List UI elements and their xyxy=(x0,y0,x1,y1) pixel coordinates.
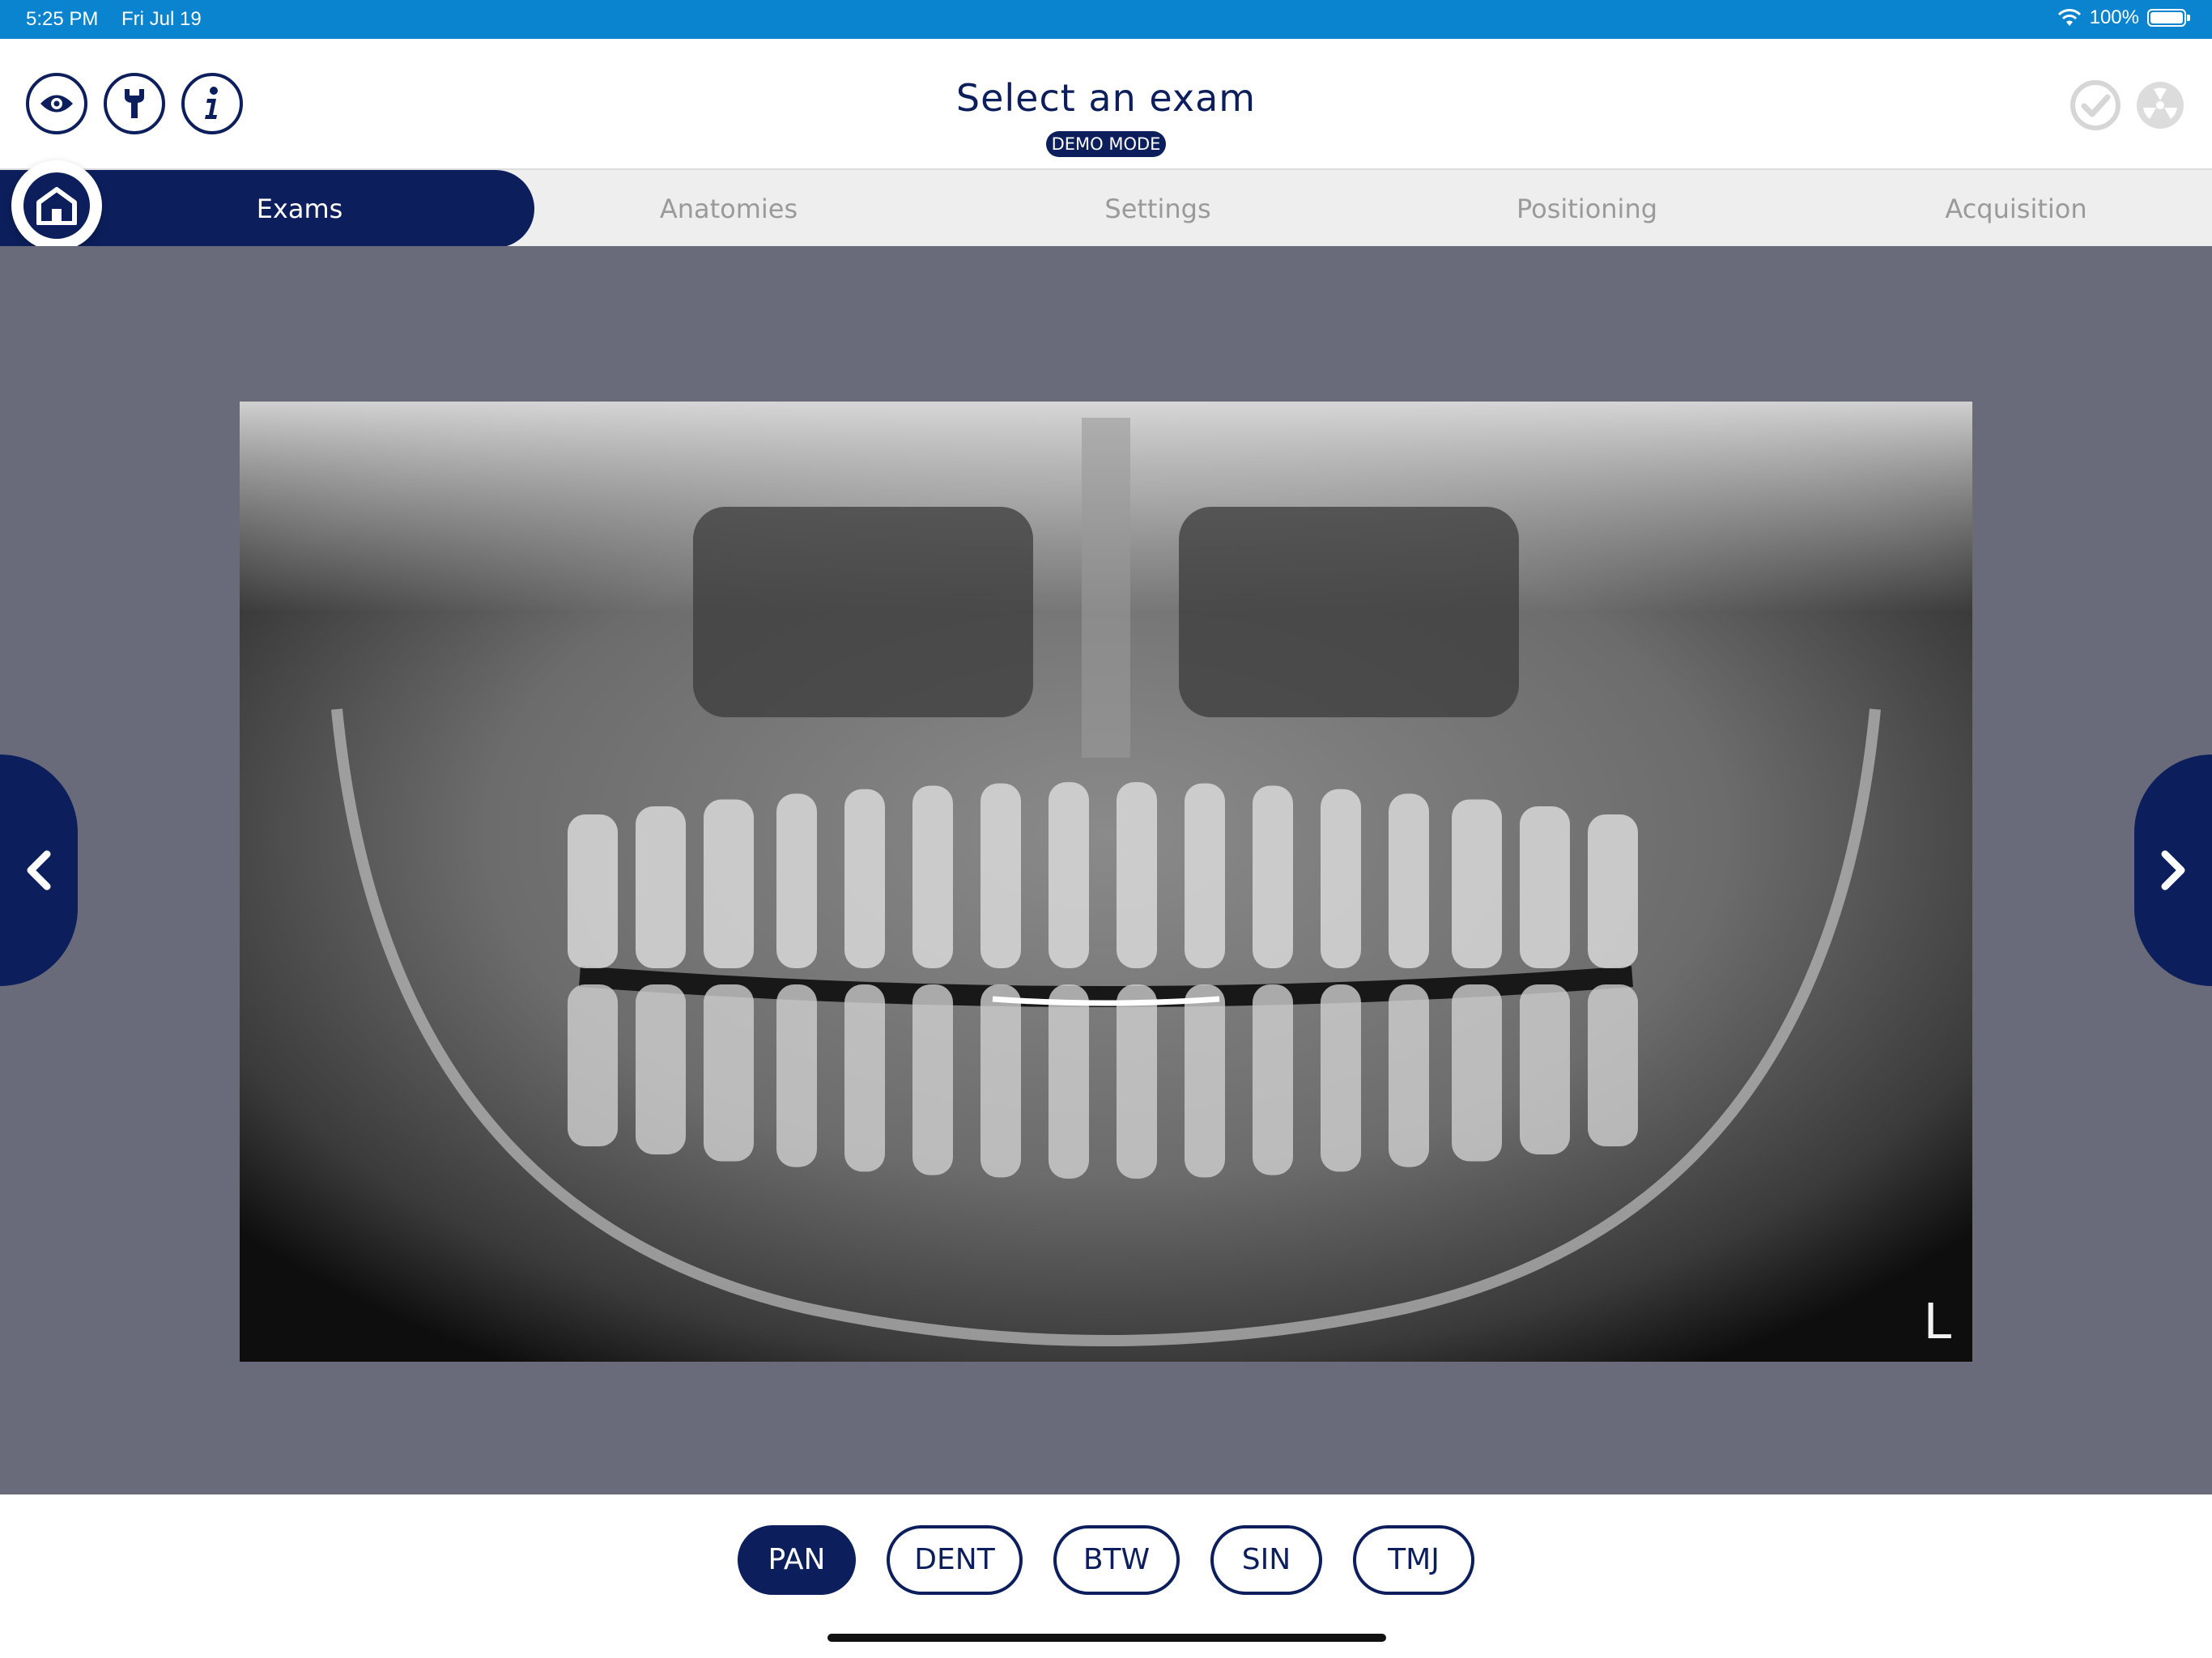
upper-tooth xyxy=(776,793,817,968)
demo-mode-badge: DEMO MODE xyxy=(1046,131,1166,157)
battery-icon xyxy=(2147,9,2190,27)
status-date: Fri Jul 19 xyxy=(121,8,202,30)
lower-tooth xyxy=(636,984,686,1154)
status-right: 100% xyxy=(2057,6,2190,29)
upper-tooth xyxy=(1588,814,1638,968)
tab-positioning[interactable]: Positioning xyxy=(1465,170,1708,248)
lower-tooth xyxy=(1117,984,1157,1179)
upper-tooth xyxy=(1049,782,1089,968)
header: Select an exam DEMO MODE xyxy=(0,39,2212,168)
chevron-right-icon xyxy=(2161,850,2185,891)
teeth-layer xyxy=(568,782,1638,1179)
home-button[interactable] xyxy=(11,160,102,251)
upper-tooth xyxy=(981,783,1021,968)
tab-anatomies[interactable]: Anatomies xyxy=(607,170,850,248)
lower-tooth xyxy=(1185,984,1225,1178)
battery-percent: 100% xyxy=(2089,6,2139,28)
upper-tooth xyxy=(1185,783,1225,968)
lower-tooth xyxy=(844,984,885,1172)
retainer-wire xyxy=(992,996,1220,1006)
lower-tooth xyxy=(1389,984,1429,1167)
lower-tooth xyxy=(1520,984,1570,1154)
upper-tooth xyxy=(912,785,953,968)
lower-tooth xyxy=(776,984,817,1167)
side-marker: L xyxy=(1924,1291,1953,1350)
lower-tooth xyxy=(1253,984,1293,1175)
check-icon[interactable] xyxy=(2069,79,2121,131)
home-indicator xyxy=(827,1634,1386,1642)
lower-tooth xyxy=(1452,984,1502,1162)
upper-tooth xyxy=(844,789,885,968)
lower-tooth xyxy=(704,984,754,1162)
next-exam-button[interactable] xyxy=(2134,755,2212,986)
upper-tooth xyxy=(1389,793,1429,968)
previous-exam-button[interactable] xyxy=(0,755,78,986)
exam-chip-dent[interactable]: DENT xyxy=(887,1525,1023,1595)
tab-exams[interactable]: Exams xyxy=(178,170,421,248)
tab-settings[interactable]: Settings xyxy=(1036,170,1279,248)
upper-tooth xyxy=(1321,789,1361,968)
battery-fill xyxy=(2150,12,2183,23)
home-button-inner xyxy=(23,172,90,239)
exam-chip-pan[interactable]: PAN xyxy=(738,1525,856,1595)
exam-chip-btw[interactable]: BTW xyxy=(1053,1525,1180,1595)
lower-tooth xyxy=(1588,984,1638,1146)
upper-tooth xyxy=(636,806,686,968)
upper-tooth xyxy=(568,814,618,968)
exam-type-bar: PAN DENT BTW SIN TMJ xyxy=(0,1494,2212,1658)
upper-tooth xyxy=(1452,799,1502,968)
status-bar: 5:25 PM Fri Jul 19 100% xyxy=(0,0,2212,39)
upper-tooth xyxy=(1253,785,1293,968)
lower-tooth xyxy=(981,984,1021,1178)
upper-tooth xyxy=(704,799,754,968)
exam-type-chips: PAN DENT BTW SIN TMJ xyxy=(0,1525,2212,1595)
panoramic-xray-image: L xyxy=(240,402,1972,1362)
home-icon xyxy=(36,187,77,225)
upper-tooth xyxy=(1117,782,1157,968)
lower-tooth xyxy=(1321,984,1361,1172)
radiation-icon[interactable] xyxy=(2134,79,2186,131)
lower-tooth xyxy=(568,984,618,1146)
page-title: Select an exam xyxy=(955,76,1257,120)
exam-preview-area: L xyxy=(0,246,2212,1494)
status-time: 5:25 PM xyxy=(26,8,99,30)
chevron-left-icon xyxy=(27,850,51,891)
upper-tooth xyxy=(1520,806,1570,968)
exam-chip-tmj[interactable]: TMJ xyxy=(1353,1525,1474,1595)
lower-tooth xyxy=(1049,984,1089,1179)
workflow-tab-bar: Exams Anatomies Settings Positioning Acq… xyxy=(0,168,2212,248)
wifi-icon xyxy=(2057,9,2081,26)
lower-tooth xyxy=(912,984,953,1175)
tab-acquisition[interactable]: Acquisition xyxy=(1895,170,2138,248)
exam-chip-sin[interactable]: SIN xyxy=(1210,1525,1322,1595)
